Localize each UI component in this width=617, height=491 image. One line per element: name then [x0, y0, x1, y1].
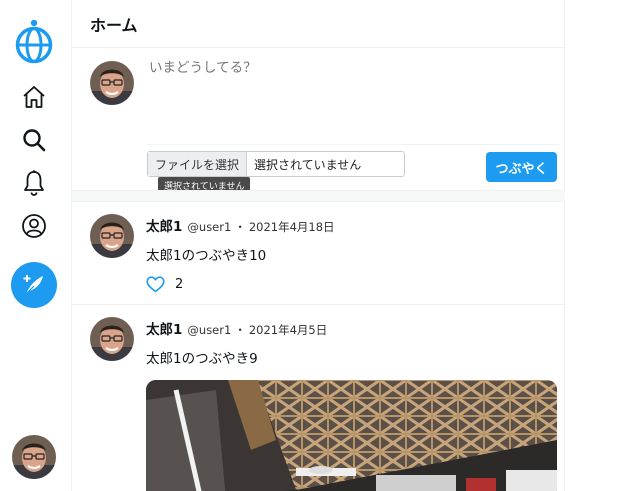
sidebar [0, 0, 71, 491]
tweet-date[interactable]: 2021年4月18日 [249, 219, 335, 235]
tweet-date[interactable]: 2021年4月5日 [249, 322, 327, 338]
search-icon[interactable] [20, 126, 48, 154]
user-circle-icon[interactable] [20, 212, 48, 240]
submit-tweet-button[interactable]: つぶやく [486, 152, 557, 182]
compose-tweet-button[interactable] [11, 262, 57, 308]
like-count: 2 [175, 277, 184, 292]
bell-icon[interactable] [20, 169, 48, 197]
author-handle[interactable]: @user1 [187, 220, 231, 234]
avatar[interactable] [90, 317, 134, 361]
tweet-meta: 太郎1 @user1 ・ 2021年4月18日 [146, 215, 335, 235]
like-button[interactable]: 2 [146, 276, 183, 293]
right-panel [565, 0, 617, 491]
avatar[interactable] [12, 435, 56, 479]
page-title: ホーム [90, 16, 138, 35]
heart-icon [146, 276, 165, 293]
section-divider [72, 190, 565, 202]
tweet-meta: 太郎1 @user1 ・ 2021年4月5日 [146, 318, 327, 338]
author-name[interactable]: 太郎1 [146, 215, 182, 235]
app-root: ホーム いまどうしてる？ ファイルを選択 選択されていません 選択されていません… [0, 0, 617, 491]
file-input[interactable]: ファイルを選択 選択されていません [147, 151, 405, 177]
file-status-text: 選択されていません [254, 157, 362, 172]
author-name[interactable]: 太郎1 [146, 318, 182, 338]
divider [147, 144, 559, 145]
author-handle[interactable]: @user1 [187, 323, 231, 337]
tweet-input[interactable] [149, 60, 549, 76]
choose-file-button[interactable]: ファイルを選択 [148, 152, 248, 176]
tweet-composer: ファイルを選択 選択されていません 選択されていません つぶやく [72, 48, 565, 194]
tweet-item[interactable]: 太郎1 @user1 ・ 2021年4月5日 太郎1のつぶやき9 [72, 305, 565, 491]
feather-plus-icon [23, 275, 43, 295]
globe-icon[interactable] [13, 18, 55, 66]
home-icon[interactable] [20, 83, 48, 111]
meta-separator: ・ [234, 220, 246, 234]
main-timeline: ホーム いまどうしてる？ ファイルを選択 選択されていません 選択されていません… [71, 0, 565, 491]
tweet-image[interactable] [146, 380, 557, 491]
meta-separator: ・ [234, 323, 246, 337]
tweet-text: 太郎1のつぶやき9 [146, 351, 258, 367]
tweet-text: 太郎1のつぶやき10 [146, 248, 267, 264]
avatar[interactable] [90, 61, 134, 105]
tweet-item[interactable]: 太郎1 @user1 ・ 2021年4月18日 太郎1のつぶやき10 2 [72, 202, 565, 305]
avatar[interactable] [90, 214, 134, 258]
page-header: ホーム [72, 0, 565, 48]
